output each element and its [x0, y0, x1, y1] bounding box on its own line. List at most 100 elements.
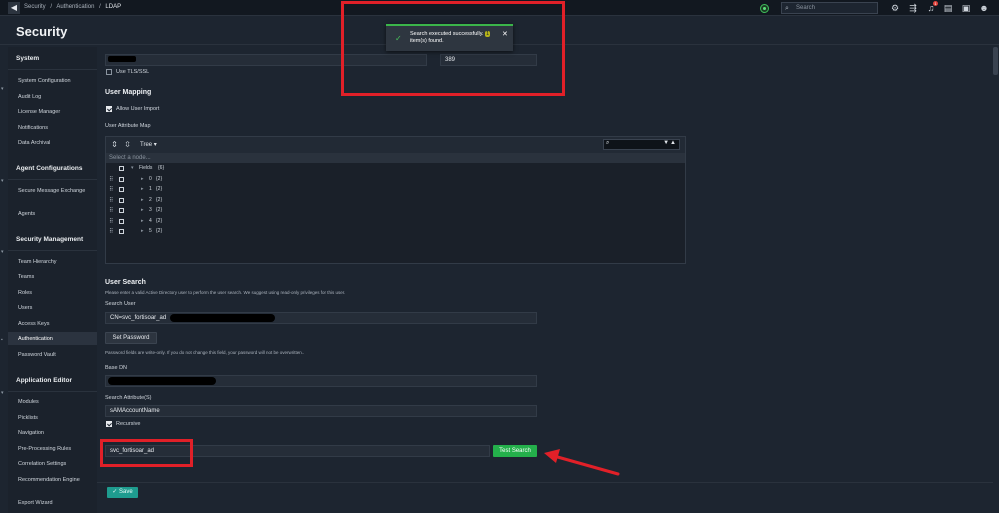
sidebar-item-users[interactable]: Users [18, 305, 96, 312]
drag-handle-icon[interactable]: ⠿ [109, 176, 113, 183]
breadcrumb: Security / Authentication / LDAP [24, 4, 124, 10]
caret-right-icon[interactable]: ▸ [141, 218, 144, 224]
sidebar-item-modules[interactable]: Modules [18, 399, 96, 406]
sidebar-item-correlation-settings[interactable]: Correlation Settings [18, 461, 96, 468]
search-input[interactable]: ⌕ Search [781, 2, 878, 14]
caret-right-icon[interactable]: ▸ [141, 228, 144, 234]
tree-row: ⠿ ▸ 0 {2} [106, 175, 685, 185]
share-icon[interactable]: ⇶ [907, 2, 919, 14]
search-user-label: Search User [105, 301, 136, 307]
caret-right-icon[interactable]: ▸ [141, 176, 144, 182]
annotation-box-test-user [100, 439, 193, 467]
allow-user-import-checkbox[interactable] [106, 106, 112, 112]
sidebar-item-secure-message-exchange[interactable]: Secure Message Exchange [18, 188, 96, 195]
tree-view-dropdown[interactable]: Tree ▾ [140, 141, 157, 148]
collapse-marker-icon[interactable]: ▾ [1, 390, 5, 396]
sidebar-item-export-wizard[interactable]: Export Wizard [18, 500, 96, 507]
sidebar-item-audit-log[interactable]: Audit Log [18, 94, 96, 101]
gear-icon[interactable]: ⚙ [889, 2, 901, 14]
expand-all-icon[interactable]: ⇕ [110, 140, 119, 149]
node-selector[interactable]: Select a node... [106, 153, 685, 163]
use-tls-checkbox[interactable] [106, 69, 112, 75]
page-title: Security [16, 24, 68, 39]
caret-down-icon[interactable]: ▾ [131, 165, 134, 171]
sidebar-item-pre-processing-rules[interactable]: Pre-Processing Rules [18, 446, 96, 453]
search-attribute-input[interactable]: sAMAccountName [105, 405, 537, 417]
node-checkbox[interactable] [119, 166, 124, 171]
sidebar-item-recommendation-engine[interactable]: Recommendation Engine [18, 477, 96, 484]
sidebar-item-picklists[interactable]: Picklists [18, 415, 96, 422]
recursive-checkbox[interactable] [106, 421, 112, 427]
arrow-left-icon[interactable]: ◀ [8, 2, 20, 14]
sidebar-item-authentication[interactable]: Authentication [18, 336, 96, 343]
monitor-icon[interactable]: ▣ [960, 2, 972, 14]
sidebar-item-roles[interactable]: Roles [18, 290, 96, 297]
clipboard-icon[interactable]: ▤ [942, 2, 954, 14]
tree-row: ⠿ ▸ 5 {2} [106, 227, 685, 237]
node-checkbox[interactable] [119, 229, 124, 234]
tree-search-input[interactable]: ⌕ ▼▲ [603, 139, 680, 150]
caret-right-icon[interactable]: ▸ [141, 186, 144, 192]
drag-handle-icon[interactable]: ⠿ [109, 197, 113, 204]
sidebar-item-team-hierarchy[interactable]: Team Hierarchy [18, 259, 96, 266]
sidebar-divider [8, 250, 97, 251]
save-check-icon: ✓ [112, 489, 119, 495]
sidebar-item-teams[interactable]: Teams [18, 274, 96, 281]
tree-root-label: Fields [139, 165, 153, 171]
tree-row: ⠿ ▸ 2 {2} [106, 196, 685, 206]
password-hint: Password fields are write-only. If you d… [105, 350, 305, 355]
annotation-box-toast [341, 1, 565, 96]
sidebar-section-system: System [16, 55, 40, 62]
redacted-region [108, 377, 216, 385]
search-placeholder: Search [796, 5, 816, 11]
node-checkbox[interactable] [119, 219, 124, 224]
tree-node-count: {2} [156, 197, 163, 203]
sidebar-item-system-configuration[interactable]: System Configuration [18, 78, 96, 85]
scrollbar-thumb[interactable] [993, 47, 998, 75]
node-checkbox[interactable] [119, 208, 124, 213]
collapse-all-icon[interactable]: ⇳ [123, 140, 132, 149]
sidebar-item-license-manager[interactable]: License Manager [18, 109, 96, 116]
sidebar-divider [8, 69, 97, 70]
drag-handle-icon[interactable]: ⠿ [109, 207, 113, 214]
node-checkbox[interactable] [119, 177, 124, 182]
sidebar-item-notifications[interactable]: Notifications [18, 125, 96, 132]
sidebar-item-password-vault[interactable]: Password Vault [18, 352, 96, 359]
status-icon[interactable] [760, 4, 769, 13]
user-search-hint: Please enter a valid Active Directory us… [105, 290, 346, 295]
collapse-marker-icon[interactable]: ▾ [1, 86, 5, 92]
breadcrumb-authentication[interactable]: Authentication [56, 4, 94, 10]
breadcrumb-security[interactable]: Security [24, 4, 46, 10]
save-label: Save [119, 489, 133, 495]
search-nav-arrows-icon[interactable]: ▼▲ [663, 140, 677, 146]
sidebar-item-navigation[interactable]: Navigation [18, 430, 96, 437]
user-search-title: User Search [105, 279, 146, 286]
node-checkbox[interactable] [119, 187, 124, 192]
drag-handle-icon[interactable]: ⠿ [109, 228, 113, 235]
caret-right-icon[interactable]: ▸ [141, 197, 144, 203]
sidebar-item-agents[interactable]: Agents [18, 211, 96, 218]
set-password-button[interactable]: Set Password [105, 332, 157, 344]
user-mapping-title: User Mapping [105, 89, 152, 96]
save-button[interactable]: ✓ Save [107, 487, 138, 498]
test-search-button[interactable]: Test Search [493, 445, 537, 457]
tree-row: ⠿ ▸ 4 {2} [106, 217, 685, 227]
search-icon: ⌕ [785, 5, 789, 12]
caret-right-icon[interactable]: ▸ [141, 207, 144, 213]
collapse-marker-icon[interactable]: ▪ [1, 337, 5, 343]
drag-handle-icon[interactable]: ⠿ [109, 218, 113, 225]
sidebar-item-data-archival[interactable]: Data Archival [18, 140, 96, 147]
recursive-label: Recursive [116, 421, 141, 427]
search-icon: ⌕ [606, 140, 610, 146]
sidebar-item-access-keys[interactable]: Access Keys [18, 321, 96, 328]
search-attribute-label: Search Attribute(S) [105, 395, 152, 401]
collapse-marker-icon[interactable]: ▾ [1, 178, 5, 184]
collapse-marker-icon[interactable]: ▾ [1, 249, 5, 255]
user-icon[interactable]: ☻ [978, 2, 990, 14]
use-tls-label: Use TLS/SSL [116, 69, 150, 75]
drag-handle-icon[interactable]: ⠿ [109, 186, 113, 193]
tree-toolbar: ⇕ ⇳ Tree ▾ ⌕ ▼▲ [106, 137, 685, 153]
breadcrumb-ldap: LDAP [105, 4, 122, 10]
node-checkbox[interactable] [119, 198, 124, 203]
tree-row: ⠿ ▸ 3 {2} [106, 206, 685, 216]
